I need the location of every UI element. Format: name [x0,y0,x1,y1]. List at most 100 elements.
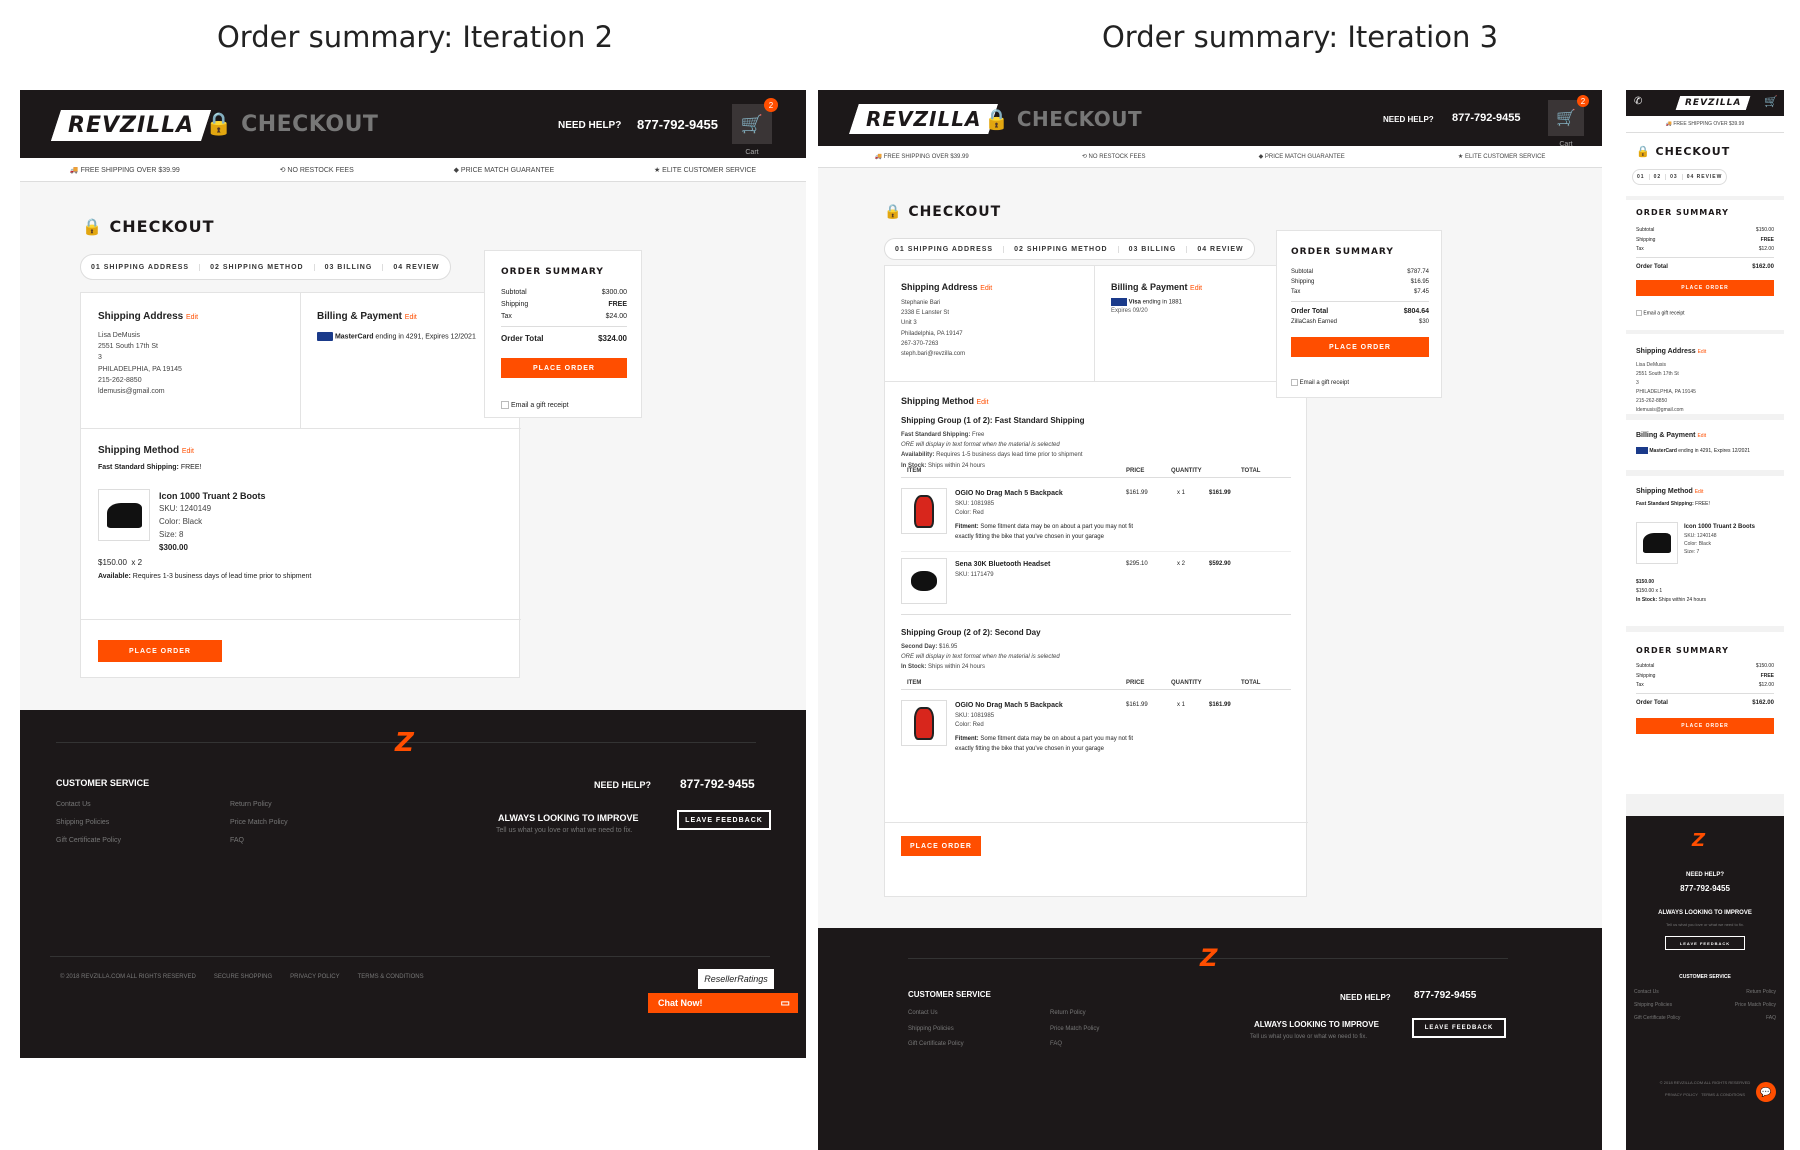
edit-link[interactable]: Edit [1695,489,1704,495]
place-order-button[interactable]: PLACE ORDER [98,640,222,662]
product-image[interactable] [1636,522,1678,564]
footer-link[interactable]: Gift Certificate Policy [1634,1012,1680,1025]
cart-button[interactable]: 🛒 2 Cart [732,98,778,156]
footer-link[interactable]: Contact Us [1634,986,1680,999]
checkout-steps: 01 SHIPPING ADDRESS 02 SHIPPING METHOD 0… [80,254,451,280]
footer-link[interactable]: Shipping Policies [1634,999,1680,1012]
step-review[interactable]: 04 REVIEW [383,264,449,271]
footer-link[interactable]: Price Match Policy [1050,1022,1099,1038]
mobile-footer: Z NEED HELP? 877-792-9455 ALWAYS LOOKING… [1626,816,1784,1150]
step[interactable]: 03 [1666,174,1683,180]
cart-button[interactable]: 🛒 2 Cart [1548,95,1589,148]
footer-link[interactable]: Shipping Policies [56,814,121,832]
revzilla-logo[interactable]: REVZILLA [849,104,999,134]
step-billing[interactable]: 03 BILLING [315,263,384,271]
footer-links: Contact Us Shipping Policies Gift Certific… [1634,986,1776,1025]
gift-receipt-option[interactable]: Email a gift receipt [1636,310,1685,316]
gift-receipt-checkbox[interactable] [501,401,509,409]
product-name[interactable]: Icon 1000 Truant 2 Boots [1684,522,1774,532]
mastercard-icon [317,332,333,341]
cart-icon: 🛒 [740,113,764,134]
mobile-order-summary: ORDER SUMMARY Subtotal $150.00 Shipping FR… [1626,200,1784,330]
product-image[interactable] [901,558,947,604]
product-name[interactable]: Icon 1000 Truant 2 Boots [159,489,266,503]
product-name[interactable]: OGIO No Drag Mach 5 Backpack [955,700,1135,712]
step[interactable]: 02 [1650,174,1667,180]
leave-feedback-button[interactable]: LEAVE FEEDBACK [1665,936,1745,950]
legal-link[interactable]: PRIVACY POLICY [290,974,339,980]
footer-link[interactable]: FAQ [230,832,288,850]
footer-link[interactable]: FAQ [1735,1012,1776,1025]
page-title: 🔒 CHECKOUT [82,217,215,236]
gift-receipt-option[interactable]: Email a gift receipt [1291,379,1349,386]
step[interactable]: 01 [1633,174,1650,180]
footer-link[interactable]: Contact Us [908,1006,964,1022]
summary-rows: Subtotal $300.00 Shipping FREE Tax $24.00 O… [501,289,627,343]
edit-link[interactable]: Edit [1698,349,1707,355]
place-order-button[interactable]: PLACE ORDER [1291,337,1429,357]
edit-link[interactable]: Edit [186,314,198,321]
footer-phone[interactable]: 877-792-9455 [680,777,755,791]
order-summary-title: ORDER SUMMARY [1636,646,1729,655]
edit-link[interactable]: Edit [405,314,417,321]
product-image[interactable] [98,489,150,541]
footer-link[interactable]: Shipping Policies [908,1022,964,1038]
place-order-button[interactable]: PLACE ORDER [901,836,981,856]
legal-link[interactable]: TERMS & CONDITIONS [1701,1092,1745,1097]
chat-now-button[interactable]: Chat Now! ▭ [648,993,798,1013]
product-price-qty: $150.00 x 2 [98,558,143,567]
leave-feedback-button[interactable]: LEAVE FEEDBACK [677,810,771,830]
order-summary-title: ORDER SUMMARY [1291,247,1394,257]
product-image[interactable] [901,700,947,746]
step-review[interactable]: 04 REVIEW [1187,246,1253,253]
footer-link[interactable]: Return Policy [1735,986,1776,999]
product-name[interactable]: Sena 30K Bluetooth Headset [955,559,1050,571]
footer-link[interactable]: Return Policy [230,796,288,814]
step[interactable]: 04 REVIEW [1683,174,1727,180]
reseller-ratings-badge[interactable]: ResellerRatings [698,969,774,989]
place-order-button[interactable]: PLACE ORDER [1636,280,1774,296]
chat-icon[interactable]: 💬 [1756,1082,1776,1102]
step-shipping-method[interactable]: 02 SHIPPING METHOD [1004,245,1119,253]
footer-link[interactable]: FAQ [1050,1037,1099,1053]
footer-phone[interactable]: 877-792-9455 [1414,990,1476,1001]
footer-link[interactable]: Contact Us [56,796,121,814]
revzilla-logo[interactable]: REVZILLA [1675,96,1751,110]
footer-links-right: Return Policy Price Match Policy FAQ [230,796,288,851]
footer-link[interactable]: Price Match Policy [1735,999,1776,1012]
step-shipping-method[interactable]: 02 SHIPPING METHOD [200,263,315,271]
iteration-2-panel: REVZILLA 🔒 CHECKOUT NEED HELP? 877-792-9… [20,90,806,1058]
gift-receipt-checkbox[interactable] [1636,310,1642,316]
edit-link[interactable]: Edit [1190,285,1202,292]
step-billing[interactable]: 03 BILLING [1119,245,1188,253]
improve-subtext: Tell us what you love or what we need to… [1250,1034,1368,1040]
step-shipping-address[interactable]: 01 SHIPPING ADDRESS [885,245,1005,253]
cart-icon[interactable]: 🛒 [1764,95,1778,108]
edit-link[interactable]: Edit [182,448,194,455]
place-order-button[interactable]: PLACE ORDER [501,358,627,378]
footer-link[interactable]: Return Policy [1050,1006,1099,1022]
items-table-header: ITEM PRICE QUANTITY TOTAL [901,676,1291,690]
edit-link[interactable]: Edit [977,399,989,406]
phone-icon[interactable]: ✆ [1634,96,1642,107]
footer-link[interactable]: Gift Certificate Policy [56,832,121,850]
legal-link[interactable]: PRIVACY POLICY [1665,1092,1698,1097]
step-shipping-address[interactable]: 01 SHIPPING ADDRESS [81,263,201,271]
place-order-button[interactable]: PLACE ORDER [1636,718,1774,734]
header-phone[interactable]: 877-792-9455 [637,117,718,132]
legal-link[interactable]: SECURE SHOPPING [214,974,272,980]
footer-link[interactable]: Gift Certificate Policy [908,1037,964,1053]
gift-receipt-option[interactable]: Email a gift receipt [501,401,569,409]
gift-receipt-checkbox[interactable] [1291,379,1298,386]
footer-link[interactable]: Price Match Policy [230,814,288,832]
footer-phone[interactable]: 877-792-9455 [1626,884,1784,893]
product-name[interactable]: OGIO No Drag Mach 5 Backpack [955,488,1135,500]
legal-link[interactable]: TERMS & CONDITIONS [358,974,424,980]
revzilla-logo[interactable]: REVZILLA [50,110,212,141]
product-image[interactable] [901,488,947,534]
leave-feedback-button[interactable]: LEAVE FEEDBACK [1412,1018,1506,1038]
site-footer: Z CUSTOMER SERVICE Contact Us Shipping P… [818,928,1602,1150]
edit-link[interactable]: Edit [1697,433,1706,439]
edit-link[interactable]: Edit [980,285,992,292]
header-phone[interactable]: 877-792-9455 [1452,112,1521,124]
